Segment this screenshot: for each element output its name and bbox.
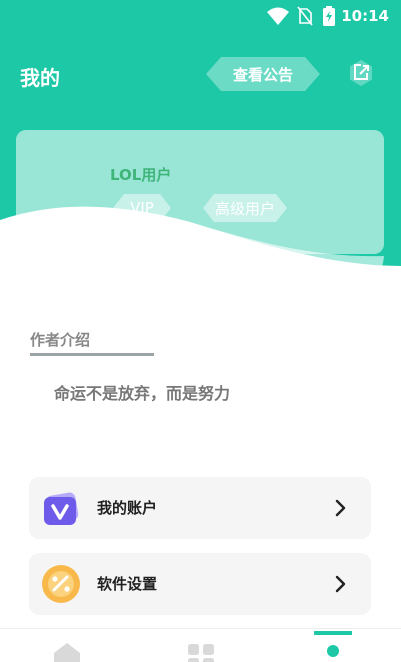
share-icon[interactable] — [346, 58, 376, 88]
author-intro-text: 命运不是放弃，而是努力 — [54, 384, 231, 403]
my-account-label: 我的账户 — [97, 499, 158, 517]
tab-home[interactable] — [37, 629, 97, 662]
username: LOL用户 — [110, 166, 172, 184]
my-account-item[interactable]: 我的账户 — [29, 477, 371, 539]
no-sim-icon — [297, 6, 313, 26]
author-intro-title: 作者介绍 — [30, 331, 91, 349]
grid-icon — [188, 644, 214, 662]
chevron-right-icon — [335, 499, 346, 517]
chevron-right-icon — [335, 575, 346, 593]
percent-icon — [42, 565, 80, 603]
clock: 10:14 — [341, 7, 389, 25]
card-wave-overlay — [16, 207, 384, 274]
home-icon — [54, 643, 80, 662]
view-notice-button[interactable]: 查看公告 — [205, 56, 321, 92]
author-intro-underline — [30, 353, 154, 356]
view-notice-label: 查看公告 — [232, 65, 293, 84]
tab-apps[interactable] — [171, 629, 231, 662]
software-settings-label: 软件设置 — [97, 575, 158, 593]
page-title: 我的 — [20, 66, 60, 90]
vip-v-icon — [44, 492, 79, 525]
status-bar: 10:14 — [0, 0, 401, 32]
software-settings-item[interactable]: 软件设置 — [29, 553, 371, 615]
active-tab-indicator — [314, 631, 352, 635]
wifi-icon — [267, 7, 289, 25]
battery-charging-icon — [323, 6, 335, 26]
